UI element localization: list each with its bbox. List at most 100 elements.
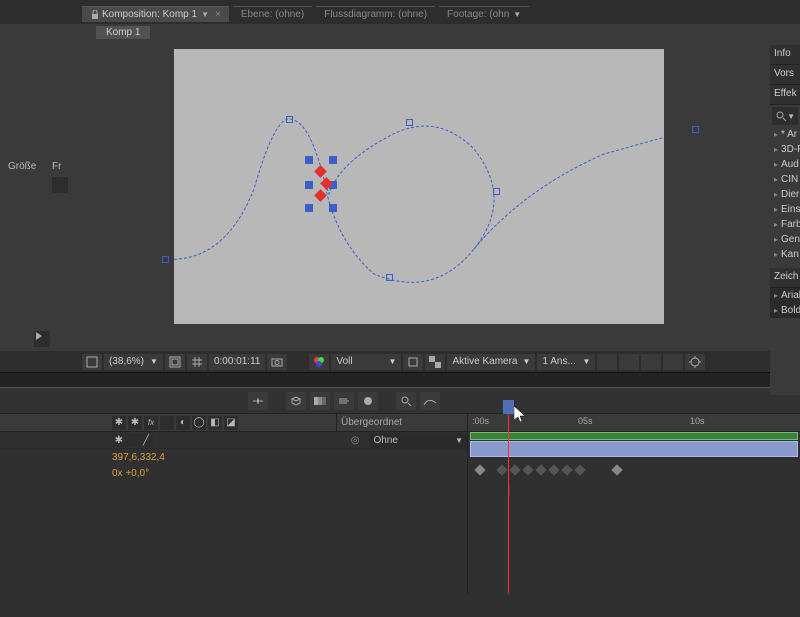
comp-canvas[interactable]: [174, 49, 664, 324]
comp-breadcrumb: Komp 1: [0, 24, 800, 41]
work-area[interactable]: [470, 432, 798, 440]
keyframe-point[interactable]: [692, 126, 699, 133]
motion-blur-switch-icon[interactable]: ◐: [176, 416, 190, 430]
tab-flowchart[interactable]: Flussdiagramm: (ohne): [316, 6, 435, 22]
zoom-dropdown[interactable]: (38,6%)▼: [104, 354, 163, 370]
selection-handle[interactable]: [305, 181, 313, 189]
effects-search[interactable]: ▼: [772, 107, 798, 125]
chevron-down-icon[interactable]: ▼: [513, 10, 521, 19]
tab-footage[interactable]: Footage: (ohn▼: [439, 6, 529, 22]
graph-editor-search[interactable]: [396, 392, 416, 410]
collapse-toggle[interactable]: [126, 433, 140, 447]
layer-bar[interactable]: [470, 441, 798, 457]
mouse-cursor: [514, 406, 526, 424]
brainstorm-button[interactable]: [358, 392, 378, 410]
motion-blur-button[interactable]: [334, 392, 354, 410]
roi-button[interactable]: [403, 354, 423, 370]
safe-zones-button[interactable]: [165, 354, 185, 370]
close-icon[interactable]: ×: [215, 9, 221, 20]
keyframe-point[interactable]: [162, 256, 169, 263]
effect-category[interactable]: Eins: [770, 202, 800, 217]
panel-character[interactable]: Zeich: [770, 268, 800, 288]
collapse-switch-icon[interactable]: ✱: [128, 416, 142, 430]
effect-category[interactable]: CIN: [770, 172, 800, 187]
shy-toggle[interactable]: ✱: [112, 433, 126, 447]
panel-info[interactable]: Info: [770, 45, 800, 65]
keyframe-icon[interactable]: [522, 464, 533, 475]
panel-effects[interactable]: Effek: [770, 85, 800, 105]
keyframe-icon[interactable]: [574, 464, 585, 475]
interpret-button[interactable]: [52, 177, 68, 193]
motion-path[interactable]: [174, 49, 664, 324]
3d-switch-icon[interactable]: ◧: [208, 416, 222, 430]
snapshot-button[interactable]: [267, 354, 287, 370]
effect-category[interactable]: Aud: [770, 157, 800, 172]
keyframe-icon[interactable]: [509, 464, 520, 475]
camera-dropdown[interactable]: Aktive Kamera▼: [447, 354, 535, 370]
chevron-down-icon[interactable]: ▼: [201, 10, 209, 19]
comp-mini-flowchart-button[interactable]: [248, 392, 268, 410]
cti-head[interactable]: [503, 400, 514, 414]
keyframe-icon[interactable]: [561, 464, 572, 475]
keyframe-icon[interactable]: [548, 464, 559, 475]
fast-previews-button[interactable]: [619, 354, 639, 370]
frame-blend-switch-icon[interactable]: [160, 416, 174, 430]
timecode-display[interactable]: 0:00:01:11: [209, 354, 266, 370]
font-weight[interactable]: Bold: [770, 303, 800, 318]
composition-viewer[interactable]: Größe Fr Info Vors Effek ▼ * Ar 3D-F Aud…: [0, 41, 800, 351]
effect-category[interactable]: Dier: [770, 187, 800, 202]
search-icon: [775, 110, 787, 122]
keyframe-icon[interactable]: [535, 464, 546, 475]
graph-editor-button[interactable]: [420, 392, 440, 410]
tab-composition[interactable]: Komposition: Komp 1 ▼ ×: [82, 6, 229, 22]
font-family[interactable]: Arial: [770, 288, 800, 303]
panel-preview[interactable]: Vors: [770, 65, 800, 85]
fx-switch-icon[interactable]: fx: [144, 416, 158, 430]
keyframe-point[interactable]: [286, 116, 293, 123]
selection-handle[interactable]: [329, 204, 337, 212]
keyframe-point[interactable]: [493, 188, 500, 195]
keyframe-point[interactable]: [406, 119, 413, 126]
selection-handle[interactable]: [329, 156, 337, 164]
tab-label: Komposition: Komp 1: [102, 9, 197, 20]
draft-3d-button[interactable]: [286, 392, 306, 410]
keyframe-icon[interactable]: [611, 464, 622, 475]
keyframe-point[interactable]: [386, 274, 393, 281]
rotation-property[interactable]: 0x +0,0°: [0, 465, 467, 481]
ruler-tick: :00s: [472, 416, 489, 426]
position-property[interactable]: 397,6,332,4: [0, 449, 467, 465]
tab-layer[interactable]: Ebene: (ohne): [233, 6, 312, 22]
exposure-button[interactable]: [685, 354, 705, 370]
keyframe-icon[interactable]: [474, 464, 485, 475]
selection-handle[interactable]: [305, 204, 313, 212]
pixel-aspect-button[interactable]: [597, 354, 617, 370]
effect-category[interactable]: Farb: [770, 217, 800, 232]
shy-switch-icon[interactable]: ✱: [112, 416, 126, 430]
parent-dropdown[interactable]: Ohne▼: [369, 433, 467, 448]
keyframe-icon[interactable]: [496, 464, 507, 475]
effect-category[interactable]: Kan: [770, 247, 800, 262]
channel-button[interactable]: [309, 354, 329, 370]
timeline-track-area[interactable]: :00s 05s 10s I: [468, 414, 800, 594]
quality-toggle[interactable]: ╱: [139, 433, 153, 447]
timeline-button[interactable]: [641, 354, 661, 370]
current-time-indicator[interactable]: [508, 414, 509, 594]
frame-blend-button[interactable]: [310, 392, 330, 410]
selection-handle[interactable]: [305, 156, 313, 164]
cube-switch-icon[interactable]: ◪: [224, 416, 238, 430]
resolution-dropdown[interactable]: Voll▼: [331, 354, 401, 370]
views-dropdown[interactable]: 1 Ans...▼: [537, 354, 595, 370]
switches-row: ✱ ✱ fx ◐ ◯ ◧ ◪ Übergeordnet: [0, 414, 467, 432]
effect-category[interactable]: 3D-F: [770, 142, 800, 157]
grid-button[interactable]: [187, 354, 207, 370]
transparency-grid-button[interactable]: [425, 354, 445, 370]
flowchart-button[interactable]: [663, 354, 683, 370]
toggle-alpha-button[interactable]: [82, 354, 102, 370]
play-icon[interactable]: [34, 331, 50, 347]
adjustment-switch-icon[interactable]: ◯: [192, 416, 206, 430]
effect-category[interactable]: * Ar: [770, 127, 800, 142]
effect-category[interactable]: Gen: [770, 232, 800, 247]
layer-row[interactable]: ✱ ╱ ◎ Ohne▼: [0, 432, 467, 449]
breadcrumb-item[interactable]: Komp 1: [96, 26, 150, 39]
parent-spiral-icon[interactable]: ◎: [351, 435, 360, 446]
